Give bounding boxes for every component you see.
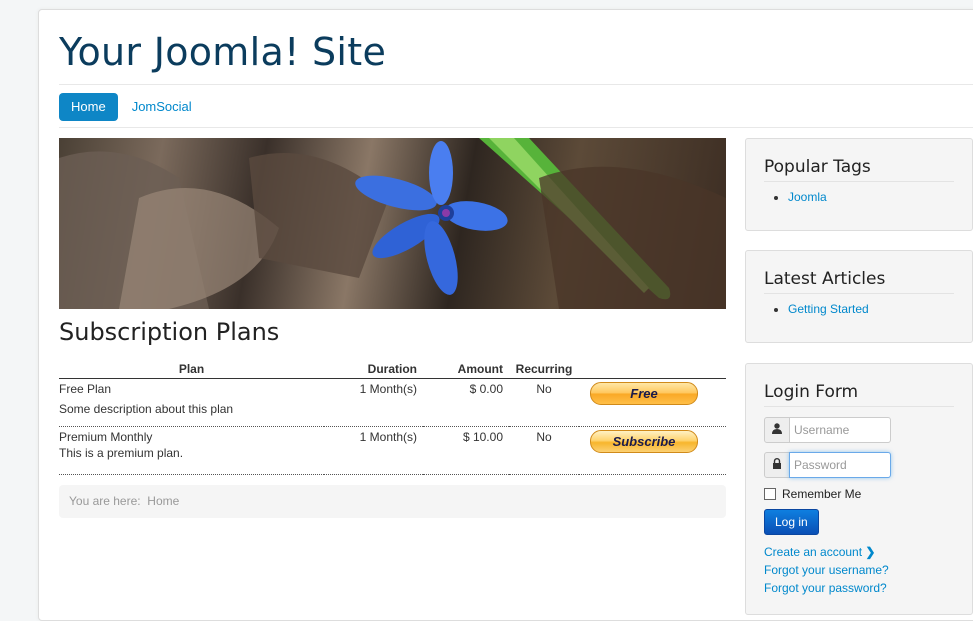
plan-name: Free Plan [59,382,112,396]
column-header-plan: Plan [59,360,324,379]
remember-me: Remember Me [764,487,954,501]
plans-table: Plan Duration Amount Recurring Free Plan… [59,360,726,475]
divider [59,84,973,85]
plan-description: This is a premium plan. [59,446,184,460]
latest-articles-module: Latest Articles Getting Started [745,250,973,343]
site-title[interactable]: Your Joomla! Site [59,30,386,74]
column-header-amount: Amount [423,360,509,379]
username-group: Username [764,417,954,443]
tag-link[interactable]: Joomla [788,190,827,204]
banner-image [59,138,726,309]
free-button[interactable]: Free [590,382,698,405]
column-header-action [579,360,726,379]
popular-tags-module: Popular Tags Joomla [745,138,973,231]
amount-cell: $ 0.00 [423,378,509,427]
plan-description: Some description about this plan [59,402,234,416]
plan-cell: Premium Monthly This is a premium plan. [59,426,324,475]
nav-item-jomsocial[interactable]: JomSocial [120,93,204,121]
divider [59,127,973,128]
plan-cell: Free Plan Some description about this pl… [59,378,324,427]
page-container: Your Joomla! Site Home JomSocial Subscri [38,9,973,621]
chevron-right-icon: ❯ [865,545,876,559]
column-header-recurring: Recurring [509,360,579,379]
module-title: Login Form [764,364,954,407]
remember-checkbox[interactable] [764,488,776,500]
main-menu: Home JomSocial [59,93,206,121]
module-title: Latest Articles [764,251,954,294]
list-item: Getting Started [788,301,954,317]
password-group: Password [764,452,954,478]
recurring-cell: No [509,426,579,475]
table-row: Premium Monthly This is a premium plan. … [59,426,726,475]
recurring-cell: No [509,378,579,427]
table-row: Free Plan Some description about this pl… [59,378,726,427]
list-item: Joomla [788,189,954,205]
nav-item-home[interactable]: Home [59,93,118,121]
forgot-password-link[interactable]: Forgot your password? [764,579,954,597]
subscribe-button[interactable]: Subscribe [590,430,698,453]
breadcrumb-label: You are here: [69,494,141,508]
article-link[interactable]: Getting Started [788,302,869,316]
login-form: Username Password Remember Me Log in Cre… [764,417,954,597]
plan-name: Premium Monthly [59,430,153,444]
login-module: Login Form Username Password Remember Me… [745,363,973,615]
create-account-link[interactable]: Create an account ❯ [764,543,954,561]
remember-label: Remember Me [782,487,862,501]
page-title: Subscription Plans [59,318,280,346]
user-icon [764,417,790,443]
login-button[interactable]: Log in [764,509,819,535]
login-links: Create an account ❯ Forgot your username… [764,543,954,597]
module-title: Popular Tags [764,139,954,182]
duration-cell: 1 Month(s) [324,426,423,475]
flower-image [59,138,726,309]
breadcrumb-current: Home [147,494,180,508]
password-input[interactable]: Password [789,452,891,478]
breadcrumb: You are here: Home [59,485,726,518]
amount-cell: $ 10.00 [423,426,509,475]
lock-icon [764,452,790,478]
username-input[interactable]: Username [789,417,891,443]
forgot-username-link[interactable]: Forgot your username? [764,561,954,579]
duration-cell: 1 Month(s) [324,378,423,427]
column-header-duration: Duration [324,360,423,379]
